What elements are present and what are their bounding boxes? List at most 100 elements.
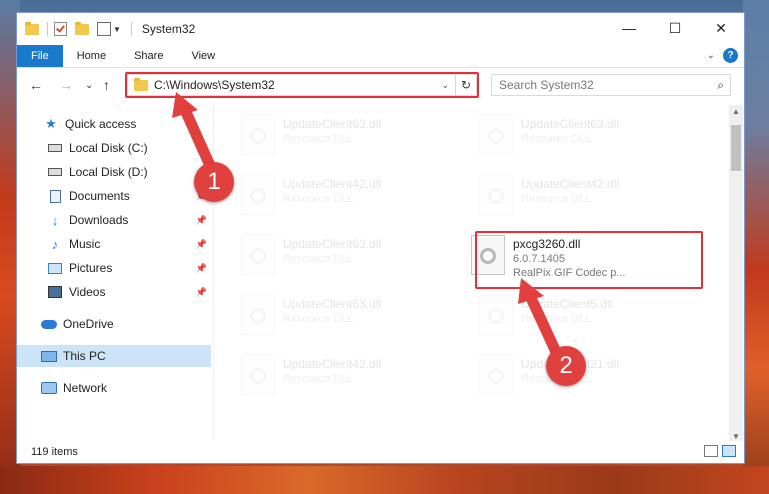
file-name: UpdateClient5.dll [521,297,613,311]
maximize-button[interactable]: ☐ [652,13,698,43]
disk-icon [47,165,63,179]
dll-file-icon [479,115,513,155]
expand-ribbon-chevron-icon[interactable]: ⌄ [707,50,715,61]
scroll-down-icon[interactable]: ▼ [729,432,743,441]
window-title: System32 [141,22,196,36]
file-item[interactable]: UpdateClient42.dll Resource DLL [217,171,437,223]
sidebar-item-label: Quick access [65,117,137,131]
title-divider [130,22,132,36]
sidebar-item-videos[interactable]: Videos 📌 [47,281,211,303]
close-button[interactable]: ✕ [698,13,744,43]
details-view-icon[interactable] [704,445,718,457]
properties-check-icon[interactable] [54,22,67,36]
ribbon-right-controls: ⌄ ? [707,48,738,63]
music-icon: ♪ [51,236,59,252]
tab-view[interactable]: View [177,45,229,67]
dll-file-icon [479,175,513,215]
address-row: ← → ⌄ ↑ C:\Windows\System32 ⌄ ↻ Search S… [17,69,744,101]
back-button[interactable]: ← [29,77,43,93]
file-description: Resource DLL [521,313,592,325]
sidebar-item-documents[interactable]: Documents 📌 [47,185,211,207]
file-description: Resource DLL [283,253,354,265]
file-description: Resource DLL [521,193,592,205]
sidebar-item-label: Documents [69,189,130,203]
file-item[interactable]: UpdateClient42.dll Resource DLL [455,171,675,223]
scroll-up-icon[interactable]: ▲ [729,107,743,116]
dll-file-icon [241,295,275,335]
toolbar-divider [47,22,48,36]
file-item[interactable]: UpdateClient63.dll Resource DLL [217,111,437,163]
file-name: UpdateClient63.dll [283,117,382,131]
computer-icon [41,349,57,363]
recent-locations-chevron-icon[interactable]: ⌄ [85,80,93,91]
sidebar-item-downloads[interactable]: ↓ Downloads 📌 [47,209,211,231]
step-marker-2: 2 [546,346,586,386]
address-highlight-box [125,72,479,98]
up-button[interactable]: ↑ [103,77,110,93]
sidebar-item-local-disk-c[interactable]: Local Disk (C:) 📌 [47,137,211,159]
vertical-scrollbar[interactable]: ▲ ▼ [729,105,743,443]
search-box[interactable]: Search System32 ⌕ [491,74,731,96]
sidebar-item-pictures[interactable]: Pictures 📌 [47,257,211,279]
dll-file-icon [479,355,513,395]
dll-file-icon [241,115,275,155]
pictures-icon [47,261,63,275]
search-icon[interactable]: ⌕ [717,78,724,93]
sidebar-item-network[interactable]: Network [41,377,211,399]
forward-button[interactable]: → [59,77,73,93]
file-item[interactable]: UpdateClient63.dll Resource DLL [217,231,437,283]
file-description: Resource DLL [283,193,354,205]
customize-toolbar-chevron-icon[interactable]: ▼ [113,25,121,34]
file-name: UpdateClient63.dll [521,117,620,131]
sidebar-item-label: Pictures [69,261,113,275]
document-icon [47,189,63,203]
sidebar-item-label: This PC [63,349,106,363]
file-highlight-box [475,231,703,289]
pin-icon[interactable]: 📌 [196,215,207,226]
sidebar-item-label: Music [69,237,101,251]
dll-file-icon [241,355,275,395]
sidebar-item-onedrive[interactable]: OneDrive [41,313,211,335]
rename-icon[interactable] [97,22,111,36]
file-name: UpdateClient63.dll [283,297,382,311]
pin-icon[interactable]: 📌 [196,263,207,274]
pin-icon[interactable]: 📌 [196,287,207,298]
file-name: UpdateClient42.dll [283,177,382,191]
tab-home[interactable]: Home [63,45,120,67]
file-description: Resource DLL [283,373,354,385]
file-item[interactable]: UpdateClient63.dll Resource DLL [217,291,437,343]
minimize-button[interactable]: — [606,13,652,43]
file-item[interactable]: UpdateClient5.dll Resource DLL [455,291,675,343]
file-item[interactable]: UpdateClient42.dll Resource DLL [217,351,437,403]
pin-icon[interactable]: 📌 [196,143,207,154]
pane-divider[interactable] [213,103,214,441]
quick-access-toolbar: ▼ [25,21,138,36]
scroll-thumb[interactable] [731,125,741,171]
disk-icon [47,141,63,155]
wallpaper-bottom [0,466,769,494]
sidebar-item-music[interactable]: ♪ Music 📌 [47,233,211,255]
file-name: UpdateClient42.dll [283,357,382,371]
help-icon[interactable]: ? [723,48,738,63]
view-toggle [700,445,736,457]
tab-share[interactable]: Share [120,45,177,67]
sidebar-item-quick-access[interactable]: ★ Quick access [43,113,211,135]
status-bar: 119 items [17,441,744,463]
file-item[interactable]: UpdateClient63.dll Resource DLL [455,111,675,163]
dll-file-icon [479,295,513,335]
window-controls: — ☐ ✕ [606,13,744,43]
pin-icon[interactable]: 📌 [196,239,207,250]
title-bar: ▼ System32 — ☐ ✕ [17,13,744,45]
new-folder-icon[interactable] [75,21,89,35]
tiles-view-icon[interactable] [722,445,736,457]
navigation-pane: ★ Quick access Local Disk (C:) 📌 Local D… [17,109,213,439]
sidebar-item-this-pc[interactable]: This PC [17,345,211,367]
network-icon [41,381,57,395]
file-list: UpdateClient63.dll Resource DLL UpdateCl… [217,105,727,437]
sidebar-item-local-disk-d[interactable]: Local Disk (D:) 📌 [47,161,211,183]
folder-icon[interactable] [25,21,39,35]
search-placeholder[interactable]: Search System32 [499,78,717,92]
explorer-window: ▼ System32 — ☐ ✕ File Home Share View ⌄ … [16,12,745,464]
step-marker-1: 1 [194,162,234,202]
tab-file[interactable]: File [17,45,63,67]
